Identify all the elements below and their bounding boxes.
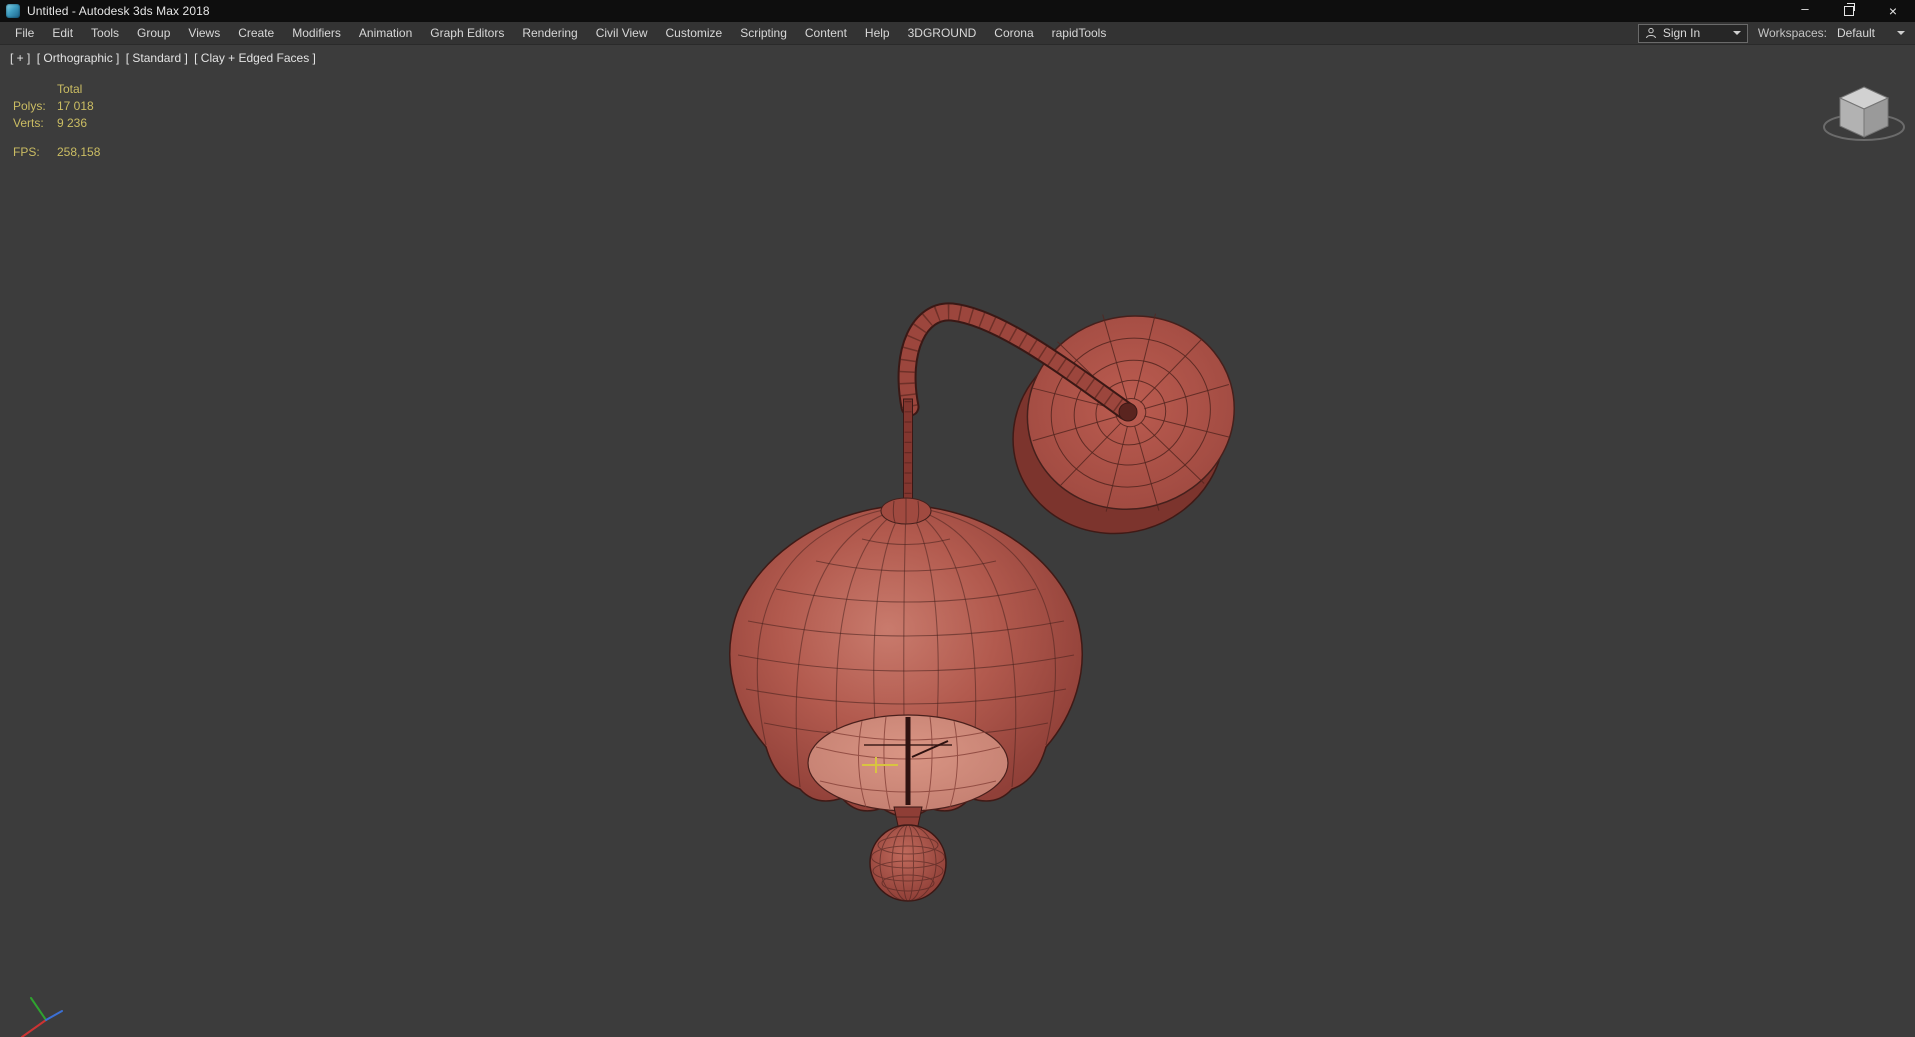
menu-rapidtools[interactable]: rapidTools <box>1043 22 1116 44</box>
minimize-button[interactable]: – <box>1783 0 1827 22</box>
chevron-down-icon <box>1732 31 1741 35</box>
stats-polys-label: Polys: <box>13 99 46 113</box>
menu-corona[interactable]: Corona <box>985 22 1042 44</box>
menu-graph-editors[interactable]: Graph Editors <box>421 22 513 44</box>
menu-3dground[interactable]: 3DGROUND <box>899 22 986 44</box>
menu-civil-view[interactable]: Civil View <box>587 22 657 44</box>
menu-customize[interactable]: Customize <box>657 22 732 44</box>
app-icon <box>6 4 20 18</box>
viewport[interactable]: [ + ] [ Orthographic ] [ Standard ] [ Cl… <box>0 45 1915 1037</box>
menu-modifiers[interactable]: Modifiers <box>283 22 350 44</box>
lamp-shade <box>729 497 1083 824</box>
menu-create[interactable]: Create <box>229 22 283 44</box>
menubar-right: Sign In Workspaces: Default <box>1637 23 1915 43</box>
restore-icon <box>1844 3 1855 16</box>
viewport-shading-menu[interactable]: [ Clay + Edged Faces ] <box>194 51 316 65</box>
lamp-wall-disc <box>1012 313 1235 535</box>
menu-group[interactable]: Group <box>128 22 179 44</box>
menu-animation[interactable]: Animation <box>350 22 421 44</box>
sign-in-dropdown[interactable]: Sign In <box>1637 23 1748 43</box>
viewport-plus-menu[interactable]: [ + ] <box>10 51 30 65</box>
menu-scripting[interactable]: Scripting <box>731 22 796 44</box>
3ds-max-window: Untitled - Autodesk 3ds Max 2018 – × Fil… <box>0 0 1915 1037</box>
viewport-canvas[interactable] <box>0 45 1915 1037</box>
sign-in-label: Sign In <box>1662 26 1701 40</box>
menu-content[interactable]: Content <box>796 22 856 44</box>
workspace-select[interactable]: Default <box>1837 26 1907 40</box>
stats-verts-label: Verts: <box>13 116 44 130</box>
viewport-pov-menu[interactable]: [ Orthographic ] <box>37 51 120 65</box>
world-axis <box>21 997 63 1037</box>
lamp-rod <box>903 398 913 512</box>
menubar: File Edit Tools Group Views Create Modif… <box>0 22 1915 45</box>
lamp-finial <box>869 806 947 902</box>
stats-verts-value: 9 236 <box>57 116 88 130</box>
workspaces-label: Workspaces: <box>1757 26 1827 40</box>
lamp-model[interactable] <box>729 286 1263 902</box>
viewport-label: [ + ] [ Orthographic ] [ Standard ] [ Cl… <box>10 51 319 65</box>
statistics-overlay: Total Polys: 17 018 Verts: 9 236 FPS: 258,1… <box>13 81 100 161</box>
viewport-standard-menu[interactable]: [ Standard ] <box>126 51 188 65</box>
stats-total-header: Total <box>57 82 83 96</box>
stats-fps-value: 258,158 <box>57 145 101 159</box>
restore-button[interactable] <box>1827 0 1871 22</box>
workspace-value: Default <box>1836 26 1875 40</box>
close-button[interactable]: × <box>1871 0 1915 22</box>
menu-tools[interactable]: Tools <box>82 22 128 44</box>
titlebar: Untitled - Autodesk 3ds Max 2018 – × <box>0 0 1915 22</box>
menu-help[interactable]: Help <box>856 22 899 44</box>
chevron-down-icon <box>1897 31 1905 35</box>
menu-rendering[interactable]: Rendering <box>513 22 586 44</box>
user-icon <box>1645 27 1656 39</box>
menu-file[interactable]: File <box>6 22 43 44</box>
window-title: Untitled - Autodesk 3ds Max 2018 <box>27 4 210 18</box>
menu-edit[interactable]: Edit <box>43 22 82 44</box>
menu-views[interactable]: Views <box>179 22 229 44</box>
viewcube[interactable] <box>1823 86 1905 141</box>
stats-fps-label: FPS: <box>13 145 40 159</box>
window-controls: – × <box>1783 0 1915 22</box>
stats-polys-value: 17 018 <box>57 99 94 113</box>
